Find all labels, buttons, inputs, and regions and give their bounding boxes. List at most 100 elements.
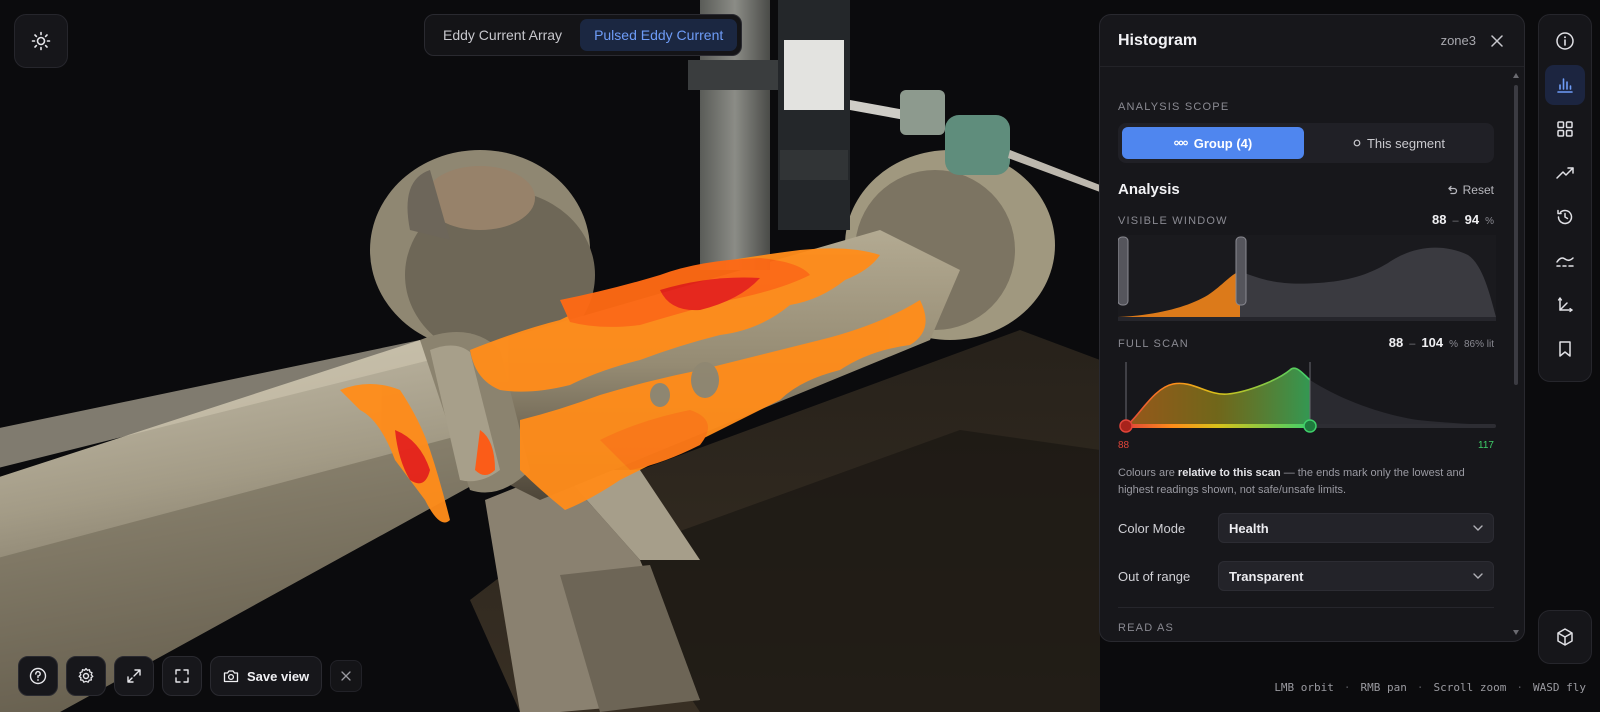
colour-note: Colours are relative to this scan — the … bbox=[1118, 465, 1494, 499]
view-cube-button[interactable] bbox=[1538, 610, 1592, 664]
axes-button[interactable] bbox=[1545, 285, 1585, 325]
full-scan-unit: % bbox=[1449, 339, 1458, 350]
bookmark-button[interactable] bbox=[1545, 329, 1585, 369]
full-scan-min: 88 bbox=[1388, 335, 1404, 350]
full-scan-histogram[interactable] bbox=[1118, 358, 1496, 436]
range-separator: – bbox=[1409, 338, 1416, 350]
hint-zoom: Scroll zoom bbox=[1433, 681, 1507, 694]
group-icon bbox=[1173, 140, 1188, 146]
save-view-label: Save view bbox=[247, 668, 310, 684]
full-scan-label: FULL SCAN bbox=[1118, 338, 1189, 350]
expand-button[interactable] bbox=[114, 656, 154, 696]
window-handle-right[interactable] bbox=[1235, 236, 1247, 306]
full-scan-max: 104 bbox=[1421, 335, 1444, 350]
scope-segment-button[interactable]: This segment bbox=[1308, 127, 1490, 159]
color-mode-row: Color Mode Health bbox=[1118, 513, 1494, 543]
arrow-up-right-expand-icon bbox=[127, 669, 141, 683]
analysis-header: Analysis Reset bbox=[1118, 181, 1494, 198]
bar-chart-icon bbox=[1557, 78, 1573, 93]
scope-group-button[interactable]: Group (4) bbox=[1122, 127, 1304, 159]
mode-pulsed-eddy-current[interactable]: Pulsed Eddy Current bbox=[580, 19, 738, 51]
hint-separator: · bbox=[1416, 681, 1424, 694]
hint-separator: · bbox=[1343, 681, 1351, 694]
color-mode-select[interactable]: Health bbox=[1218, 513, 1494, 543]
fullscreen-icon bbox=[175, 669, 189, 683]
axes-icon bbox=[1557, 297, 1573, 313]
camera-icon bbox=[223, 670, 239, 683]
history-icon bbox=[1557, 209, 1573, 225]
hint-separator: · bbox=[1516, 681, 1524, 694]
range-handle-max[interactable] bbox=[1303, 419, 1317, 433]
reset-button[interactable]: Reset bbox=[1446, 183, 1494, 197]
scroll-down-arrow[interactable] bbox=[1513, 630, 1519, 635]
visible-window-unit: % bbox=[1485, 216, 1494, 227]
out-of-range-label: Out of range bbox=[1118, 568, 1191, 584]
hint-fly: WASD fly bbox=[1533, 681, 1586, 694]
analysis-title: Analysis bbox=[1118, 181, 1180, 198]
chevron-down-icon bbox=[1473, 573, 1483, 579]
info-icon bbox=[1556, 32, 1574, 50]
visible-window-min: 88 bbox=[1432, 212, 1447, 227]
note-pre: Colours are bbox=[1118, 467, 1178, 479]
history-button[interactable] bbox=[1545, 197, 1585, 237]
range-handle-min[interactable] bbox=[1119, 419, 1133, 433]
help-icon bbox=[29, 667, 47, 685]
scope-segment-label: This segment bbox=[1366, 135, 1446, 151]
full-scan-axis: 88 117 bbox=[1118, 440, 1494, 451]
out-of-range-select[interactable]: Transparent bbox=[1218, 561, 1494, 591]
grid-button[interactable] bbox=[1545, 109, 1585, 149]
visible-window-row: VISIBLE WINDOW 88 – 94 % bbox=[1118, 212, 1494, 227]
histogram-panel: Histogram zone3 ANALYSIS SCOPE Group (4) bbox=[1099, 14, 1525, 642]
full-scan-max-tick: 117 bbox=[1478, 440, 1494, 451]
panel-scrollbar[interactable] bbox=[1514, 85, 1518, 385]
panel-header: Histogram zone3 bbox=[1100, 15, 1524, 67]
dismiss-button[interactable] bbox=[330, 660, 363, 692]
scroll-up-arrow[interactable] bbox=[1513, 73, 1519, 78]
mode-eddy-current-array[interactable]: Eddy Current Array bbox=[429, 19, 576, 51]
reset-label: Reset bbox=[1462, 182, 1494, 197]
color-mode-value: Health bbox=[1229, 520, 1269, 536]
sun-icon bbox=[31, 31, 51, 51]
profile-curve-icon bbox=[1556, 257, 1574, 267]
right-toolbar bbox=[1538, 14, 1592, 382]
cube-icon bbox=[1557, 628, 1573, 646]
inspection-mode-toggle: Eddy Current Array Pulsed Eddy Current bbox=[424, 14, 743, 56]
save-view-button[interactable]: Save view bbox=[210, 656, 323, 696]
analysis-scope-label: ANALYSIS SCOPE bbox=[1118, 101, 1230, 113]
divider bbox=[1118, 607, 1494, 608]
note-bold: relative to this scan bbox=[1177, 467, 1281, 479]
range-separator: – bbox=[1452, 215, 1459, 227]
full-scan-lit: 86% lit bbox=[1463, 339, 1494, 350]
help-button[interactable] bbox=[18, 656, 58, 696]
full-scan-min-tick: 88 bbox=[1118, 440, 1130, 451]
bookmark-icon bbox=[1559, 341, 1571, 357]
out-of-range-value: Transparent bbox=[1229, 568, 1304, 584]
zone-label: zone3 bbox=[1440, 33, 1476, 48]
window-handle-left[interactable] bbox=[1118, 236, 1129, 306]
chevron-down-icon bbox=[1473, 525, 1483, 531]
panel-title: Histogram bbox=[1118, 31, 1198, 49]
read-as-label: READ AS bbox=[1118, 622, 1175, 634]
profile-button[interactable] bbox=[1545, 241, 1585, 281]
fullscreen-button[interactable] bbox=[162, 656, 202, 696]
close-icon bbox=[1491, 34, 1503, 47]
color-mode-label: Color Mode bbox=[1118, 520, 1186, 536]
visible-window-histogram[interactable] bbox=[1118, 235, 1496, 321]
undo-icon bbox=[1447, 185, 1457, 194]
navigation-hints: LMB orbit · RMB pan · Scroll zoom · WASD… bbox=[1274, 681, 1586, 694]
visible-window-label: VISIBLE WINDOW bbox=[1118, 215, 1228, 227]
settings-button[interactable] bbox=[66, 656, 106, 696]
close-panel-button[interactable] bbox=[1488, 32, 1506, 50]
info-button[interactable] bbox=[1545, 21, 1585, 61]
hint-orbit: LMB orbit bbox=[1274, 681, 1334, 694]
segment-icon bbox=[1353, 139, 1361, 147]
full-scan-row: FULL SCAN 88 – 104 % 86% lit bbox=[1118, 335, 1494, 350]
analysis-scope-segmented: Group (4) This segment bbox=[1118, 123, 1494, 163]
grid-icon bbox=[1557, 121, 1573, 137]
panel-body: ANALYSIS SCOPE Group (4) This segment An… bbox=[1118, 67, 1496, 634]
hint-pan: RMB pan bbox=[1360, 681, 1407, 694]
trend-button[interactable] bbox=[1545, 153, 1585, 193]
scope-group-label: Group (4) bbox=[1193, 135, 1253, 151]
lighting-toggle-button[interactable] bbox=[14, 14, 68, 68]
histogram-button[interactable] bbox=[1545, 65, 1585, 105]
